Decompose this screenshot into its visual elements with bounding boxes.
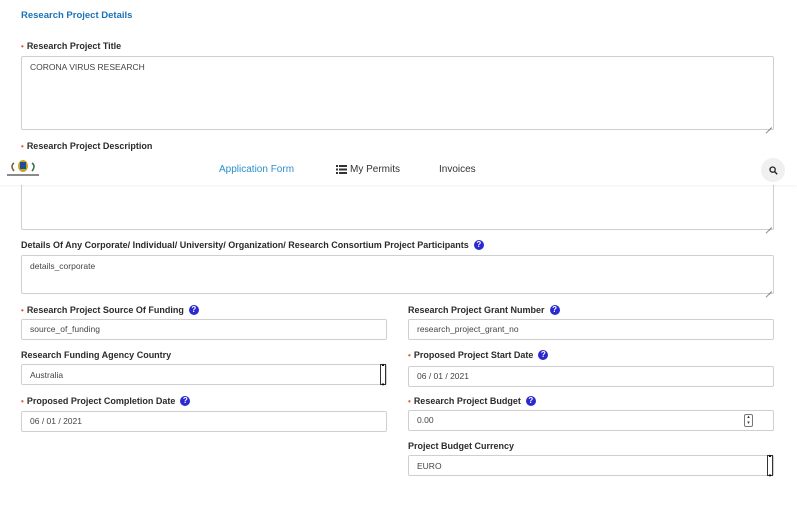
- participants-label-text: Details Of Any Corporate/ Individual/ Un…: [21, 240, 469, 250]
- list-icon: [336, 165, 347, 174]
- search-button[interactable]: [761, 158, 785, 182]
- help-icon[interactable]: ?: [473, 240, 484, 250]
- title-textarea[interactable]: CORONA VIRUS RESEARCH: [21, 56, 774, 130]
- grant-number-label: Research Project Grant Number ?: [408, 305, 560, 315]
- budget-input[interactable]: 0.00 ▴ ▾: [408, 410, 774, 431]
- required-marker: •: [21, 305, 24, 315]
- funding-source-value: source_of_funding: [30, 324, 100, 334]
- required-marker: •: [408, 350, 411, 360]
- title-value: CORONA VIRUS RESEARCH: [30, 62, 145, 72]
- funding-source-label: • Research Project Source Of Funding ?: [21, 305, 199, 315]
- completion-date-input[interactable]: 06 / 01 / 2021: [21, 411, 387, 432]
- description-label-text: Research Project Description: [26, 141, 153, 151]
- section-title: Research Project Details: [21, 10, 133, 21]
- agency-country-label: Research Funding Agency Country: [21, 350, 171, 360]
- budget-label: • Research Project Budget ?: [408, 396, 536, 406]
- grant-number-value: research_project_grant_no: [417, 324, 519, 334]
- start-date-label: • Proposed Project Start Date ?: [408, 350, 549, 360]
- participants-value: details_corporate: [30, 261, 96, 271]
- agency-country-select[interactable]: Australia ▴ ▾: [21, 362, 387, 388]
- budget-label-text: Research Project Budget: [413, 396, 521, 406]
- grant-number-label-text: Research Project Grant Number: [408, 305, 545, 315]
- description-label: • Research Project Description: [21, 141, 152, 151]
- currency-label-text: Project Budget Currency: [408, 441, 515, 451]
- required-marker: •: [21, 141, 24, 151]
- completion-date-label: • Proposed Project Completion Date ?: [21, 396, 191, 406]
- title-label-text: Research Project Title: [26, 41, 122, 51]
- completion-date-label-text: Proposed Project Completion Date: [26, 396, 176, 406]
- number-stepper-icon[interactable]: ▴ ▾: [744, 414, 753, 427]
- required-marker: •: [21, 396, 24, 406]
- funding-source-input[interactable]: source_of_funding: [21, 319, 387, 340]
- search-icon: [768, 165, 778, 175]
- start-date-input[interactable]: 06 / 01 / 2021: [408, 366, 774, 387]
- required-marker: •: [408, 396, 411, 406]
- resize-handle-icon[interactable]: [764, 284, 772, 292]
- currency-label: Project Budget Currency: [408, 441, 514, 451]
- nav-my-permits-label: My Permits: [350, 164, 400, 175]
- help-icon[interactable]: ?: [525, 396, 536, 406]
- completion-date-value: 06 / 01 / 2021: [30, 416, 82, 426]
- help-icon[interactable]: ?: [180, 396, 191, 406]
- select-arrow-icon[interactable]: ▴ ▾: [380, 362, 386, 388]
- participants-textarea[interactable]: details_corporate: [21, 255, 774, 294]
- currency-select[interactable]: EURO ▴ ▾: [408, 453, 774, 479]
- resize-handle-icon[interactable]: [764, 120, 772, 128]
- participants-label: Details Of Any Corporate/ Individual/ Un…: [21, 240, 484, 250]
- funding-source-label-text: Research Project Source Of Funding: [26, 305, 184, 315]
- start-date-value: 06 / 01 / 2021: [417, 371, 469, 381]
- nav-application-form-label: Application Form: [219, 164, 295, 175]
- nav-my-permits[interactable]: My Permits: [336, 164, 400, 175]
- nav-application-form[interactable]: Application Form: [219, 164, 294, 175]
- start-date-label-text: Proposed Project Start Date: [413, 350, 534, 360]
- help-icon[interactable]: ?: [538, 350, 549, 360]
- select-arrow-icon[interactable]: ▴ ▾: [767, 453, 773, 479]
- title-label: • Research Project Title: [21, 41, 121, 51]
- budget-value: 0.00: [417, 415, 434, 425]
- grant-number-input[interactable]: research_project_grant_no: [408, 319, 774, 340]
- agency-country-value: Australia: [30, 370, 64, 380]
- agency-country-label-text: Research Funding Agency Country: [21, 350, 172, 360]
- nav-invoices-label: Invoices: [439, 164, 476, 175]
- resize-handle-icon[interactable]: [764, 220, 772, 228]
- help-icon[interactable]: ?: [549, 305, 560, 315]
- nav-invoices[interactable]: Invoices: [439, 164, 476, 175]
- help-icon[interactable]: ?: [188, 305, 199, 315]
- required-marker: •: [21, 41, 24, 51]
- top-navbar: Application Form My Permits Invoices: [0, 155, 797, 185]
- coat-of-arms-logo[interactable]: [4, 157, 42, 179]
- currency-value: EURO: [417, 461, 442, 471]
